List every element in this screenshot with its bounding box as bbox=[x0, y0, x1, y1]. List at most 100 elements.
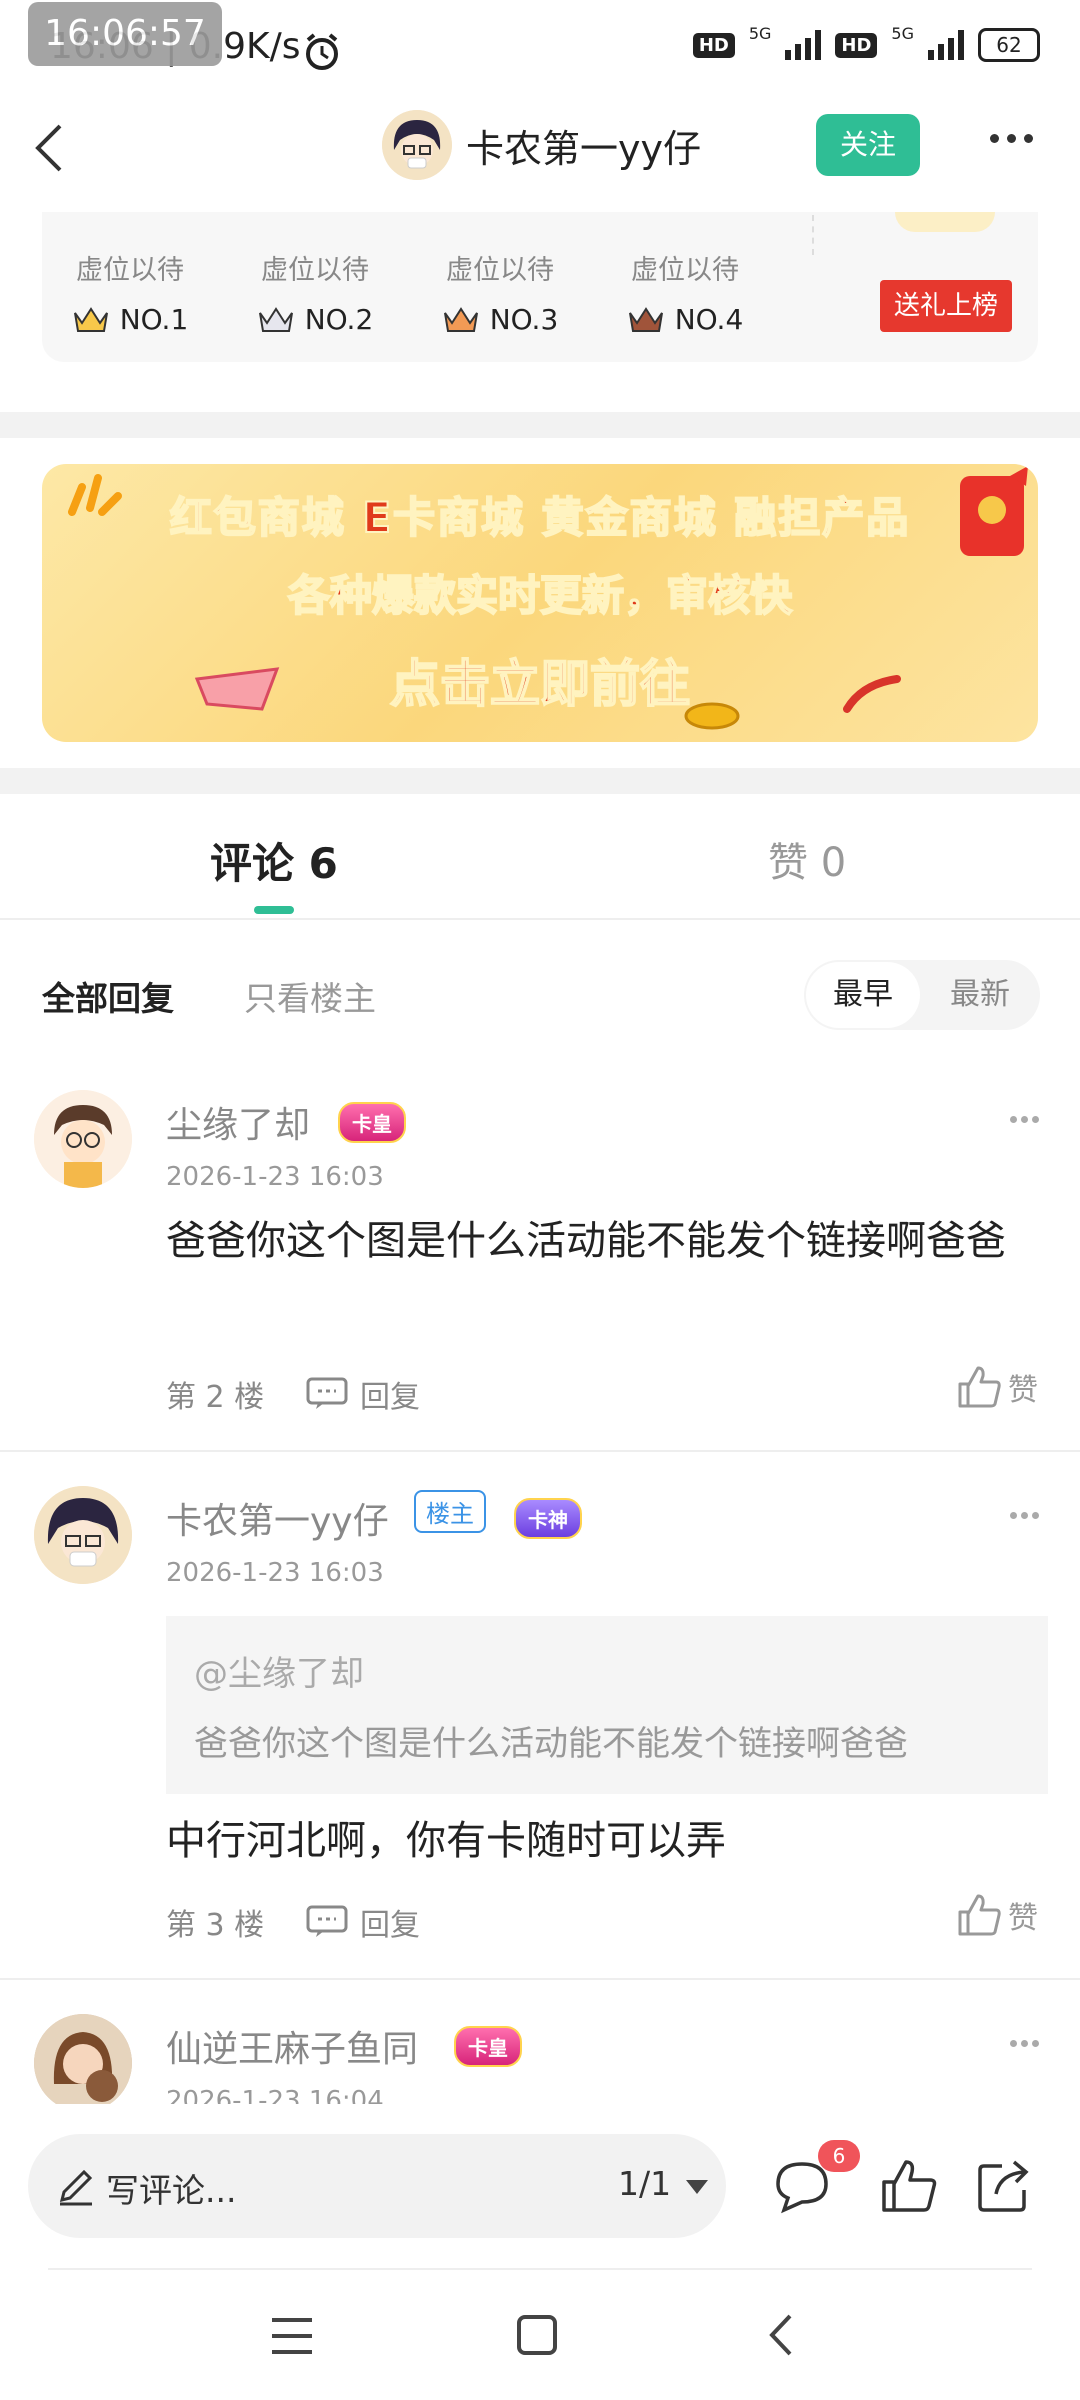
op-tag: 楼主 bbox=[414, 1490, 486, 1533]
crown-icon bbox=[628, 306, 663, 332]
net1-label: 5G bbox=[748, 23, 772, 43]
hd-icon: HD bbox=[692, 32, 735, 58]
level-badge: 卡皇 bbox=[338, 1102, 406, 1143]
sort-newest[interactable]: 最新 bbox=[930, 962, 1030, 1028]
tab-underline bbox=[0, 918, 1080, 920]
comment-input[interactable]: 写评论... 1/1 bbox=[28, 2134, 726, 2238]
comment-text: 爸爸你这个图是什么活动能不能发个链接啊爸爸 bbox=[166, 1218, 1006, 1264]
like-button[interactable]: 赞 bbox=[956, 1364, 1038, 1410]
level-badge: 卡皇 bbox=[454, 2026, 522, 2067]
signal-icon-2 bbox=[928, 30, 964, 60]
net2-label: 5G bbox=[891, 23, 914, 43]
bottom-separator bbox=[48, 2268, 1032, 2270]
promo-banner[interactable]: 红包商城 E卡商城 黄金商城 融担产品 各种爆款实时更新，审核快 点击立即前往 bbox=[42, 464, 1038, 742]
status-bar: 16:06 | 0.9K/s 16:06:57 HD 5G HD 5G 62 bbox=[0, 0, 1080, 100]
rank-number: NO.2 bbox=[304, 303, 374, 336]
caret-down-icon[interactable] bbox=[686, 2180, 708, 2194]
home-icon[interactable] bbox=[514, 2312, 560, 2358]
comment-more-icon[interactable] bbox=[1008, 1108, 1048, 1128]
like-label: 赞 bbox=[1008, 1373, 1038, 1408]
rank-item-2[interactable]: 虚位以待 NO.2 bbox=[240, 248, 390, 336]
comment-count-badge: 6 bbox=[818, 2140, 860, 2172]
tab-comments[interactable]: 评论 6 bbox=[210, 830, 338, 891]
rank-label: 虚位以待 bbox=[76, 255, 184, 286]
thumbs-up-icon bbox=[958, 1894, 1001, 1936]
quote-mention[interactable]: @尘缘了却 bbox=[194, 1646, 364, 1695]
comment-separator bbox=[0, 1978, 1080, 1980]
rank-item-3[interactable]: 虚位以待 NO.3 bbox=[425, 248, 575, 336]
commenter-name[interactable]: 卡农第一yy仔 bbox=[166, 1492, 389, 1544]
time-overlay: 16:06:57 bbox=[28, 2, 222, 66]
reply-label: 回复 bbox=[360, 1380, 420, 1415]
thumbs-up-icon[interactable] bbox=[876, 2154, 940, 2218]
filter-op-only[interactable]: 只看楼主 bbox=[244, 972, 376, 1020]
reply-button[interactable]: 回复 bbox=[306, 1372, 420, 1416]
crown-icon bbox=[258, 306, 293, 332]
filter-all-replies[interactable]: 全部回复 bbox=[42, 972, 174, 1020]
crown-icon bbox=[73, 306, 108, 332]
tab-likes[interactable]: 赞 0 bbox=[768, 830, 846, 888]
section-divider-2 bbox=[0, 768, 1080, 794]
alarm-icon bbox=[306, 33, 338, 70]
comment-input-placeholder: 写评论... bbox=[106, 2171, 237, 2210]
sort-earliest[interactable]: 最早 bbox=[806, 962, 920, 1028]
comment-text: 中行河北啊，你有卡随时可以弄 bbox=[166, 1818, 726, 1864]
menu-icon[interactable] bbox=[268, 2314, 316, 2358]
gift-decoration bbox=[895, 212, 995, 232]
ticket-decoration bbox=[194, 667, 280, 711]
quoted-comment: @尘缘了却 爸爸你这个图是什么活动能不能发个链接啊爸爸 bbox=[166, 1616, 1048, 1794]
banner-line-1: 红包商城 E卡商城 黄金商城 融担产品 bbox=[169, 492, 911, 543]
rank-number: NO.3 bbox=[489, 303, 559, 336]
more-menu-icon[interactable] bbox=[986, 128, 1046, 164]
page-title: 卡农第一yy仔 bbox=[466, 127, 701, 171]
commenter-avatar[interactable] bbox=[34, 1486, 132, 1584]
gift-rank-button[interactable]: 送礼上榜 bbox=[880, 280, 1012, 332]
banner-line-2: 各种爆款实时更新，审核快 bbox=[287, 570, 793, 621]
crown-icon bbox=[443, 306, 478, 332]
reply-button[interactable]: 回复 bbox=[306, 1900, 420, 1944]
reply-icon bbox=[306, 1905, 348, 1937]
rank-number: NO.1 bbox=[119, 303, 189, 336]
commenter-avatar[interactable] bbox=[34, 2014, 132, 2112]
page-indicator[interactable]: 1/1 bbox=[618, 2164, 671, 2203]
pencil-icon bbox=[59, 2169, 93, 2206]
status-right: HD 5G HD 5G 62 bbox=[692, 24, 1040, 62]
rank-label: 虚位以待 bbox=[446, 255, 554, 286]
commenter-name[interactable]: 仙逆王麻子鱼同 bbox=[166, 2020, 418, 2072]
back-nav-icon[interactable] bbox=[762, 2310, 802, 2360]
comment-date: 2026-1-23 16:03 bbox=[166, 1558, 384, 1588]
rank-number: NO.4 bbox=[674, 303, 744, 336]
author-avatar[interactable] bbox=[382, 110, 452, 180]
rank-label: 虚位以待 bbox=[261, 255, 369, 286]
like-label: 赞 bbox=[1008, 1901, 1038, 1936]
rank-item-4[interactable]: 虚位以待 NO.4 bbox=[610, 248, 760, 336]
section-divider bbox=[0, 412, 1080, 438]
tab-indicator bbox=[254, 906, 294, 914]
comment-separator bbox=[0, 1450, 1080, 1452]
comment-date: 2026-1-23 16:03 bbox=[166, 1162, 384, 1192]
commenter-avatar[interactable] bbox=[34, 1090, 132, 1188]
follow-button[interactable]: 关注 bbox=[816, 114, 920, 176]
reply-icon bbox=[306, 1377, 348, 1409]
comment-more-icon[interactable] bbox=[1008, 2032, 1048, 2052]
level-badge: 卡神 bbox=[514, 1498, 582, 1539]
back-arrow-icon[interactable] bbox=[24, 118, 84, 178]
rank-divider bbox=[812, 215, 814, 255]
reply-label: 回复 bbox=[360, 1908, 420, 1943]
ribbon-decoration bbox=[843, 675, 901, 713]
commenter-name[interactable]: 尘缘了却 bbox=[166, 1096, 310, 1148]
signal-icon bbox=[785, 30, 822, 60]
quote-text: 爸爸你这个图是什么活动能不能发个链接啊爸爸 bbox=[194, 1724, 908, 1764]
red-envelope-icon bbox=[960, 466, 1028, 556]
comment-more-icon[interactable] bbox=[1008, 1504, 1048, 1524]
thumbs-up-icon bbox=[958, 1366, 1001, 1408]
rank-item-1[interactable]: 虚位以待 NO.1 bbox=[55, 248, 205, 336]
battery-icon: 62 bbox=[978, 28, 1040, 62]
like-button[interactable]: 赞 bbox=[956, 1892, 1038, 1938]
coin-decoration bbox=[684, 702, 740, 730]
floor-number: 第 3 楼 bbox=[166, 1908, 265, 1943]
rank-label: 虚位以待 bbox=[631, 255, 739, 286]
share-icon[interactable] bbox=[972, 2154, 1036, 2218]
hd-icon-2: HD bbox=[835, 32, 878, 58]
floor-number: 第 2 楼 bbox=[166, 1380, 265, 1415]
